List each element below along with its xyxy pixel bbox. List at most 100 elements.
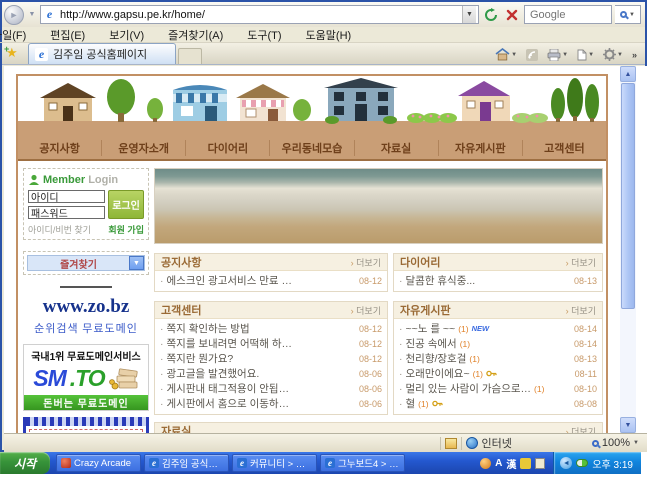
add-favorite-button[interactable]: ★ xyxy=(6,45,24,63)
board-item[interactable]: 달콤한 휴식중... 08-13 xyxy=(399,273,597,288)
favorites-select[interactable]: 즐겨찾기 ▼ xyxy=(27,255,145,271)
browser-tab-active[interactable]: e 김주임 공식홈페이지 xyxy=(28,43,176,64)
print-button[interactable]: ▼ xyxy=(547,49,568,61)
login-button[interactable]: 로그인 xyxy=(108,190,144,219)
site-nav-item[interactable]: 우리동네모습 xyxy=(270,140,354,156)
ime-pad-icon[interactable] xyxy=(535,458,545,469)
site-nav-item[interactable]: 운영자소개 xyxy=(102,140,186,156)
start-button[interactable]: 시작 xyxy=(0,452,50,474)
address-bar[interactable]: e http://www.gapsu.pe.kr/home/ ▼ xyxy=(40,5,479,24)
search-box[interactable] xyxy=(524,5,612,24)
stop-button[interactable] xyxy=(503,6,521,24)
ime-latin-button[interactable]: A xyxy=(495,458,502,469)
toolbar-overflow-chevron[interactable]: » xyxy=(632,50,637,60)
post-title-link[interactable]: 광고글을 발견했어요. xyxy=(167,366,260,381)
site-nav-item[interactable]: 고객센터 xyxy=(523,140,606,156)
board-item[interactable]: 멀리 있는 사람이 가슴으로… (1) 08-10 xyxy=(399,381,597,396)
diary-more-link[interactable]: 더보기 xyxy=(566,256,596,269)
post-title-link[interactable]: 쪽지를 보내려면 어떡해 하… xyxy=(167,336,293,351)
scrollbar-thumb[interactable] xyxy=(621,83,635,309)
post-title-link[interactable]: 게시판내 태그적용이 안됩… xyxy=(167,381,290,396)
ime-hanja-button[interactable]: 漢 xyxy=(506,456,516,471)
tools-button[interactable]: ▼ xyxy=(603,48,623,61)
forward-button[interactable]: ► xyxy=(4,5,24,25)
post-title-link[interactable]: 진공 속에서 xyxy=(406,336,457,351)
vertical-scrollbar[interactable]: ▲ ▼ xyxy=(620,66,636,433)
board-item[interactable]: 에스크인 광고서비스 만료 … 08-12 xyxy=(160,273,382,288)
board-item[interactable]: ~~노 를 ~~ (1) NEW 08-14 xyxy=(399,321,597,336)
zoom-control[interactable]: 100% ▼ xyxy=(592,437,647,449)
search-input[interactable] xyxy=(528,8,608,22)
board-item[interactable]: 광고글을 발견했어요. 08-06 xyxy=(160,366,382,381)
scroll-up-button[interactable]: ▲ xyxy=(620,66,636,82)
board-item[interactable]: 혈 (1) 08-08 xyxy=(399,396,597,411)
board-item[interactable]: 쪽지 확인하는 방법 08-12 xyxy=(160,321,382,336)
page-button[interactable]: ▼ xyxy=(577,49,594,61)
site-nav-item[interactable]: 공지사항 xyxy=(18,140,102,156)
scroll-down-button[interactable]: ▼ xyxy=(620,417,636,433)
tray-app-icon[interactable] xyxy=(576,459,588,467)
post-title-link[interactable]: 쪽지란 뭔가요? xyxy=(167,351,234,366)
post-title-link[interactable]: ~~노 를 ~~ xyxy=(406,321,456,336)
board-item[interactable]: 게시판에서 홈으로 이동하… 08-06 xyxy=(160,396,382,411)
zobz-domain[interactable]: www.zo.bz xyxy=(23,296,149,318)
home-button[interactable]: ▼ xyxy=(495,48,517,61)
board-item[interactable]: 오래만이에요~ (1) 08-11 xyxy=(399,366,597,381)
post-title-link[interactable]: 게시판에서 홈으로 이동하… xyxy=(167,396,290,411)
dataroom-more-link[interactable]: 더보기 xyxy=(566,425,596,434)
site-nav-item[interactable]: 자유게시판 xyxy=(439,140,523,156)
post-date: 08-14 xyxy=(568,324,597,334)
taskbar-task-button[interactable]: e 그누보드4 > 그누4 ... xyxy=(320,454,405,472)
notice-more-link[interactable]: 더보기 xyxy=(351,256,381,269)
free-board-more-link[interactable]: 더보기 xyxy=(566,304,596,317)
find-id-password-link[interactable]: 아이디/비번 찾기 xyxy=(28,223,91,236)
taskbar-task-button[interactable]: e 김주임 공식홈페이... xyxy=(144,454,229,472)
url-text[interactable]: http://www.gapsu.pe.kr/home/ xyxy=(60,9,205,21)
post-title-link[interactable]: 멀리 있는 사람이 가슴으로… xyxy=(406,381,532,396)
customer-more-link[interactable]: 더보기 xyxy=(351,304,381,317)
address-dropdown-button[interactable]: ▼ xyxy=(462,6,476,23)
post-title-link[interactable]: 달콤한 휴식중... xyxy=(406,273,476,288)
menu-item[interactable]: 보기(V) xyxy=(107,27,146,43)
board-item[interactable]: 쪽지를 보내려면 어떡해 하… 08-12 xyxy=(160,336,382,351)
post-title-link[interactable]: 쪽지 확인하는 방법 xyxy=(167,321,250,336)
favorites-dropdown-icon[interactable]: ▼ xyxy=(129,256,144,270)
hide-icons-button[interactable]: ◄ xyxy=(560,457,572,469)
taskbar-task-button[interactable]: e Crazy Arcade xyxy=(56,454,141,472)
search-go-button[interactable]: ▼ xyxy=(615,5,641,24)
ime-options-icon[interactable] xyxy=(520,458,531,469)
menu-item[interactable]: 즐겨찾기(A) xyxy=(166,27,225,43)
user-id-field[interactable] xyxy=(28,190,105,203)
printer-icon xyxy=(547,49,561,61)
forward-icon: ► xyxy=(10,10,19,20)
menu-item[interactable]: 도구(T) xyxy=(245,27,283,43)
ime-status-icon[interactable] xyxy=(480,458,491,469)
taskbar-task-button[interactable]: e 커뮤니티 > 자유게... xyxy=(232,454,317,472)
menu-item[interactable]: 편집(E) xyxy=(48,27,87,43)
refresh-button[interactable] xyxy=(482,6,500,24)
join-link[interactable]: 회원 가입 xyxy=(108,223,144,236)
board-item[interactable]: 진공 속에서 (1) 08-14 xyxy=(399,336,597,351)
ie-icon: e xyxy=(237,458,247,468)
feeds-button[interactable] xyxy=(526,49,538,61)
board-item[interactable]: 게시판내 태그적용이 안됩… 08-06 xyxy=(160,381,382,396)
zobz-tagline: 순위검색 무료도메인 xyxy=(23,320,149,336)
site-nav-item[interactable]: 자료실 xyxy=(355,140,439,156)
tools-caret-icon: ▼ xyxy=(617,52,623,58)
post-title-link[interactable]: 에스크인 광고서비스 만료 … xyxy=(167,273,293,288)
banner-ad[interactable]: ★ 배너광고 접수중 ★ xyxy=(23,417,149,433)
zobz-ad[interactable]: www.zo.bz 순위검색 무료도메인 xyxy=(23,296,149,336)
password-field[interactable] xyxy=(28,206,105,219)
village-illustration-image xyxy=(18,76,606,137)
post-title-link[interactable]: 혈 xyxy=(406,396,416,411)
new-tab-button[interactable] xyxy=(178,48,202,64)
menu-item[interactable]: 도움말(H) xyxy=(304,27,354,43)
board-item[interactable]: 천리향/장호걸 (1) 08-13 xyxy=(399,351,597,366)
post-title-link[interactable]: 천리향/장호걸 xyxy=(406,351,467,366)
smto-ad[interactable]: 국내1위 무료도메인서비스 SM.TO xyxy=(23,344,149,411)
site-nav-item[interactable]: 다이어리 xyxy=(186,140,270,156)
history-dropdown-button[interactable]: ▼ xyxy=(27,6,37,24)
post-title-link[interactable]: 오래만이에요~ xyxy=(406,366,470,381)
board-item[interactable]: 쪽지란 뭔가요? 08-12 xyxy=(160,351,382,366)
comment-count: (1) xyxy=(458,324,468,334)
